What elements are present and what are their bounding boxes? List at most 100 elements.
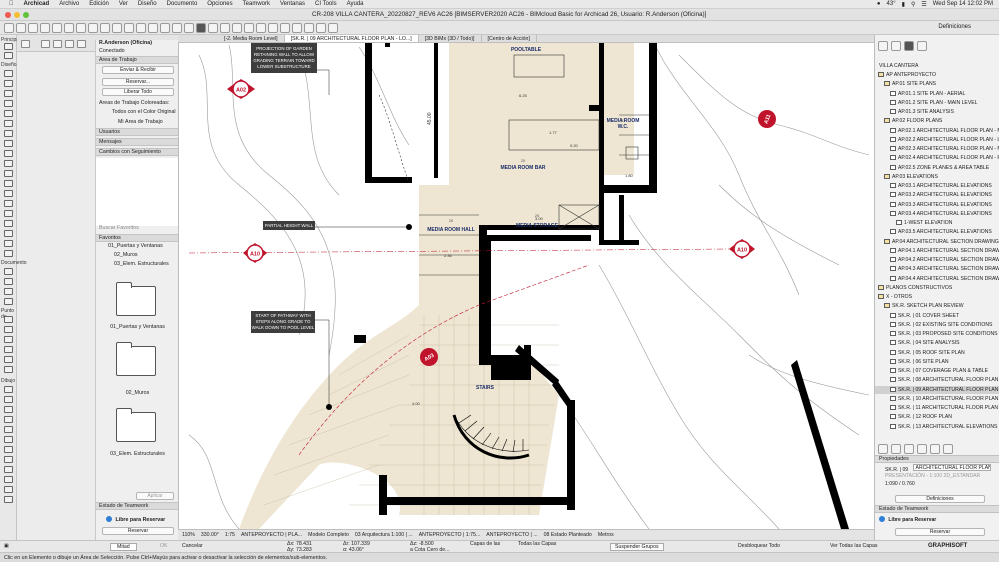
send-receive-button[interactable]: Enviar & Recibir — [102, 66, 174, 74]
mitad-select[interactable]: Mitad — [110, 543, 137, 551]
menu-documento[interactable]: Documento — [162, 0, 203, 9]
nav-view[interactable]: SK.R. | 06 SITE PLAN — [875, 358, 999, 366]
snap-icon[interactable] — [172, 22, 182, 33]
nav-folder[interactable]: SK.R. SKETCH PLAN REVIEW — [875, 302, 999, 310]
info-select-icon[interactable] — [21, 40, 30, 48]
new-view-icon[interactable] — [878, 444, 888, 454]
menu-ventanas[interactable]: Ventanas — [275, 0, 310, 9]
nav-folder[interactable]: AP.01 SITE PLANS — [875, 80, 999, 88]
fav-item[interactable]: 01_Puertas y Ventanas — [96, 243, 179, 249]
nav-view[interactable]: SK.R. | 04 SITE ANALYSIS — [875, 339, 999, 347]
nav-view[interactable]: AP.03.5 ARCHITECTURAL ELEVATIONS — [875, 228, 999, 236]
column-tool-icon[interactable] — [4, 80, 13, 87]
control-center-icon[interactable]: ☰ — [921, 1, 926, 8]
open-file-icon[interactable] — [16, 22, 26, 33]
nav-view[interactable]: AP.04.3 ARCHITECTURAL SECTION DRAWINGS — [875, 265, 999, 273]
trace-icon[interactable] — [196, 22, 206, 33]
wall-end-tool-icon[interactable] — [4, 200, 13, 207]
menu-app[interactable]: Archicad — [19, 0, 55, 9]
settings-icon[interactable] — [943, 444, 953, 454]
marquee-tool-icon[interactable] — [124, 22, 134, 33]
magic-wand-icon[interactable] — [136, 22, 146, 33]
folder-icon[interactable] — [116, 342, 156, 376]
favorites-head[interactable]: Favoritos — [96, 234, 179, 242]
line-tool-icon[interactable] — [4, 386, 13, 393]
snap-guide-icon[interactable]: ▣ — [4, 543, 9, 549]
pen-set-select[interactable]: 03 Arquitectura 1:100 | ... — [355, 532, 413, 538]
fav-item[interactable]: 03_Elem. Estructurales — [96, 261, 179, 267]
save-icon[interactable] — [28, 22, 38, 33]
cancel-button[interactable]: Cancelar — [182, 543, 203, 549]
nav-view[interactable]: AP.01.1 SITE PLAN - AERIAL — [875, 90, 999, 98]
menu-ci-tools[interactable]: CI Tools — [310, 0, 342, 9]
nav-folder[interactable]: X - OTROS — [875, 293, 999, 301]
marquee-tool-icon[interactable] — [4, 52, 13, 59]
interior-elevation-tool-icon[interactable] — [4, 346, 13, 353]
tw-all-original[interactable]: Todos con el Color Original — [96, 109, 179, 115]
minimize-window-button[interactable] — [14, 12, 20, 18]
polyline-tool-icon[interactable] — [4, 406, 13, 413]
nav-view[interactable]: SK.R. | 09 ARCHITECTURAL FLOOR PLAN - LO… — [875, 385, 999, 394]
menu-diseno[interactable]: Diseño — [133, 0, 162, 9]
measure-icon[interactable] — [148, 22, 158, 33]
fav-item[interactable]: 02_Muros — [96, 252, 179, 258]
new-folder-icon[interactable] — [891, 444, 901, 454]
units-select[interactable]: Metros — [598, 532, 614, 538]
menubar-clock[interactable]: Wed Sep 14 12:02 PM — [933, 1, 993, 7]
battery-icon[interactable]: ▮ — [902, 1, 905, 8]
layer-combo-select[interactable]: ANTEPROYECTO | PLA... — [241, 532, 302, 538]
drawing-tool-icon[interactable] — [4, 456, 13, 463]
graphic-override-select[interactable]: ANTEPROYECTO | ... — [486, 532, 537, 538]
tw-users-head[interactable]: Usuarios — [96, 128, 179, 136]
layer-icon[interactable] — [208, 22, 218, 33]
arrow-tool-icon[interactable] — [4, 43, 13, 50]
hotspot-2d-tool-icon[interactable] — [4, 436, 13, 443]
worksheet-tool-icon[interactable] — [4, 356, 13, 363]
publisher-icon[interactable] — [917, 41, 927, 51]
nav-view[interactable]: SK.R. | 02 EXISTING SITE CONDITIONS — [875, 321, 999, 329]
grid-element-tool-icon[interactable] — [4, 486, 13, 493]
change-marker-tool-icon[interactable] — [4, 466, 13, 473]
menu-ayuda[interactable]: Ayuda — [342, 0, 369, 9]
nav-view[interactable]: AP.02.1 ARCHITECTURAL FLOOR PLAN - MAIN … — [875, 127, 999, 135]
nav-view[interactable]: AP.01.2 SITE PLAN - MAIN LEVEL — [875, 99, 999, 107]
beam-tool-icon[interactable] — [4, 90, 13, 97]
elevation-tool-icon[interactable] — [4, 336, 13, 343]
nav-view[interactable]: AP.02.5 ZONE PLANES & AREA TABLE — [875, 164, 999, 172]
level-dimension-tool-icon[interactable] — [4, 278, 13, 285]
floor-plan-drawing[interactable]: PROJECTION OF GARDEN RETAINING WALL TO A… — [179, 35, 874, 529]
nav-folder[interactable]: AP.04 ARCHITECTURAL SECTION DRAWINGS — [875, 238, 999, 246]
copy-icon[interactable] — [88, 22, 98, 33]
tab-media-room-level[interactable]: [-2. Media Room Level] — [218, 35, 285, 42]
ok-button[interactable]: OK — [160, 543, 168, 549]
hotspot-tool-icon[interactable] — [4, 316, 13, 323]
all-layers-label[interactable]: Todas las Capas — [518, 541, 556, 547]
nav-view[interactable]: AP.02.4 ARCHITECTURAL FLOOR PLAN - POOL … — [875, 154, 999, 162]
dimension-tool-icon[interactable] — [4, 268, 13, 275]
teamwork-icon[interactable] — [292, 22, 302, 33]
search-icon[interactable]: ⚲ — [911, 1, 915, 8]
menu-teamwork[interactable]: Teamwork — [238, 0, 275, 9]
info-box-icon[interactable] — [328, 22, 338, 33]
menu-ver[interactable]: Ver — [114, 0, 133, 9]
wifi-icon[interactable]: ● — [877, 1, 881, 7]
lamp-tool-icon[interactable] — [4, 220, 13, 227]
rotation-angle[interactable]: 330.00° — [201, 532, 219, 538]
nav-project[interactable]: VILLA CANTERA — [875, 62, 999, 70]
toolbar-definiciones[interactable]: Definiciones — [938, 24, 971, 30]
tw-reserve-button[interactable]: Reservar — [102, 527, 174, 535]
info-section-icon[interactable] — [77, 40, 86, 48]
floor-icon[interactable] — [220, 22, 230, 33]
zoom-level[interactable]: 110% — [182, 532, 195, 538]
label-tool-icon[interactable] — [4, 298, 13, 305]
door-tool-icon[interactable] — [4, 170, 13, 177]
circle-tool-icon[interactable] — [4, 476, 13, 483]
nav-view[interactable]: SK.R. | 01 COVER SHEET — [875, 312, 999, 320]
tab-3d-bimx[interactable]: [3D BIMx (3D / Todo)] — [419, 35, 482, 42]
folder-icon[interactable] — [116, 282, 156, 316]
layout-icon[interactable] — [268, 22, 278, 33]
show-all-layers-button[interactable]: Ver Todas las Capas — [830, 543, 877, 549]
nav-view[interactable]: AP.02.2 ARCHITECTURAL FLOOR PLAN - LOWER… — [875, 136, 999, 144]
reserve-dropdown[interactable]: Reservar... — [102, 78, 174, 86]
skylight-tool-icon[interactable] — [4, 150, 13, 157]
